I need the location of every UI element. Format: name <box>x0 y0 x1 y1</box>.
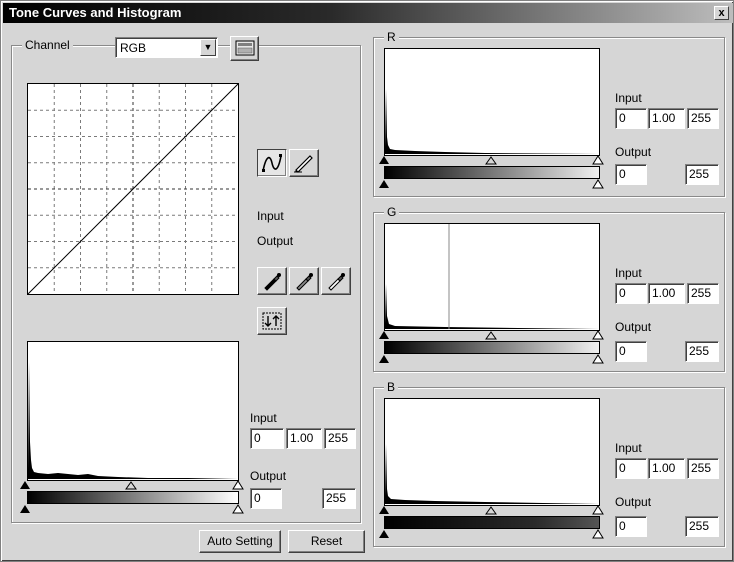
green-black-output-handle <box>379 355 389 363</box>
green-output-black-field[interactable]: 0 <box>615 341 647 362</box>
green-input-gamma-field[interactable]: 1.00 <box>648 283 685 304</box>
blue-output-label: Output <box>615 495 652 509</box>
blue-input-slider[interactable] <box>376 504 608 516</box>
blue-white-output-handle <box>592 529 604 539</box>
channel-select-value: RGB <box>120 41 147 55</box>
tone-curve-graph[interactable] <box>27 83 239 295</box>
black-eyedropper-icon <box>264 273 281 291</box>
red-histogram <box>384 48 600 156</box>
master-input-black-field[interactable]: 0 <box>250 428 284 449</box>
channel-label: Channel <box>22 38 73 52</box>
blue-histogram-plot <box>385 444 599 504</box>
blue-input-label: Input <box>615 441 642 455</box>
green-gamma-input-handle <box>485 331 497 340</box>
swap-button[interactable] <box>257 307 287 335</box>
blue-output-black-field[interactable]: 0 <box>615 516 647 537</box>
white-eyedropper-icon <box>328 273 345 291</box>
blue-histogram <box>384 398 600 506</box>
white-output-handle <box>232 504 244 514</box>
green-output-label: Output <box>615 320 652 334</box>
green-input-label: Input <box>615 266 642 280</box>
master-input-label: Input <box>250 411 277 425</box>
red-histogram-plot <box>385 89 599 154</box>
green-channel-label: G <box>384 205 400 219</box>
blue-black-output-handle <box>379 530 389 538</box>
black-point-eyedropper-button[interactable] <box>257 267 287 295</box>
master-histogram <box>27 341 239 481</box>
channel-select[interactable]: RGB ▼ <box>115 37 218 58</box>
image-icon <box>235 40 254 56</box>
green-white-input-handle <box>592 330 604 340</box>
red-output-label: Output <box>615 145 652 159</box>
reset-button[interactable]: Reset <box>288 530 365 553</box>
swap-arrows-icon <box>262 312 282 330</box>
green-output-white-field[interactable]: 255 <box>685 341 719 362</box>
green-histogram <box>384 223 600 331</box>
red-input-slider[interactable] <box>376 154 608 166</box>
green-black-input-handle <box>379 331 389 339</box>
blue-output-white-field[interactable]: 255 <box>685 516 719 537</box>
red-input-gamma-field[interactable]: 1.00 <box>648 108 685 129</box>
green-input-white-field[interactable]: 255 <box>687 283 719 304</box>
blue-gamma-input-handle <box>485 506 497 515</box>
red-output-black-field[interactable]: 0 <box>615 164 647 185</box>
tone-curve-plot[interactable] <box>28 84 238 294</box>
tone-curves-window: Tone Curves and Histogram x Channel RGB … <box>0 0 734 562</box>
green-input-slider[interactable] <box>376 329 608 341</box>
chevron-down-icon[interactable]: ▼ <box>200 39 216 56</box>
window-title: Tone Curves and Histogram <box>9 5 182 20</box>
red-input-white-field[interactable]: 255 <box>687 108 719 129</box>
red-white-output-handle <box>592 179 604 189</box>
black-output-handle <box>20 505 30 513</box>
channel-preview-button[interactable] <box>230 36 259 61</box>
master-input-gamma-field[interactable]: 1.00 <box>286 428 322 449</box>
blue-input-gamma-field[interactable]: 1.00 <box>648 458 685 479</box>
title-bar: Tone Curves and Histogram x <box>3 3 733 23</box>
blue-white-input-handle <box>592 505 604 515</box>
curve-output-readout: Output <box>257 234 294 248</box>
white-point-eyedropper-button[interactable] <box>321 267 351 295</box>
master-input-slider[interactable] <box>19 479 249 491</box>
master-output-slider[interactable] <box>19 503 249 515</box>
close-icon: x <box>718 7 725 19</box>
red-gamma-input-handle <box>485 156 497 165</box>
blue-black-input-handle <box>379 506 389 514</box>
pencil-icon <box>294 155 313 173</box>
curve-mode-button[interactable] <box>257 149 287 177</box>
master-input-white-field[interactable]: 255 <box>324 428 356 449</box>
green-white-output-handle <box>592 354 604 364</box>
red-channel-label: R <box>384 30 399 44</box>
green-input-black-field[interactable]: 0 <box>615 283 647 304</box>
red-black-input-handle <box>379 156 389 164</box>
blue-channel-label: B <box>384 380 399 394</box>
gamma-input-handle <box>125 481 137 490</box>
green-output-slider[interactable] <box>376 353 608 365</box>
blue-input-white-field[interactable]: 255 <box>687 458 719 479</box>
auto-setting-button[interactable]: Auto Setting <box>199 530 281 553</box>
red-output-white-field[interactable]: 255 <box>685 164 719 185</box>
gray-point-eyedropper-button[interactable] <box>289 267 319 295</box>
white-input-handle <box>232 480 244 490</box>
blue-input-black-field[interactable]: 0 <box>615 458 647 479</box>
freehand-mode-button[interactable] <box>289 149 319 177</box>
curve-input-readout: Input <box>257 209 284 223</box>
master-output-label: Output <box>250 469 287 483</box>
master-output-white-field[interactable]: 255 <box>322 488 356 509</box>
red-output-slider[interactable] <box>376 178 608 190</box>
master-output-black-field[interactable]: 0 <box>250 488 282 509</box>
gray-eyedropper-icon <box>296 273 313 291</box>
red-input-label: Input <box>615 91 642 105</box>
red-input-black-field[interactable]: 0 <box>615 108 647 129</box>
green-histogram-plot <box>385 224 599 329</box>
red-black-output-handle <box>379 180 389 188</box>
red-white-input-handle <box>592 155 604 165</box>
close-button[interactable]: x <box>714 6 729 20</box>
black-input-handle <box>20 481 30 489</box>
curve-icon <box>262 154 282 172</box>
master-histogram-plot <box>28 362 238 479</box>
blue-output-slider[interactable] <box>376 528 608 540</box>
